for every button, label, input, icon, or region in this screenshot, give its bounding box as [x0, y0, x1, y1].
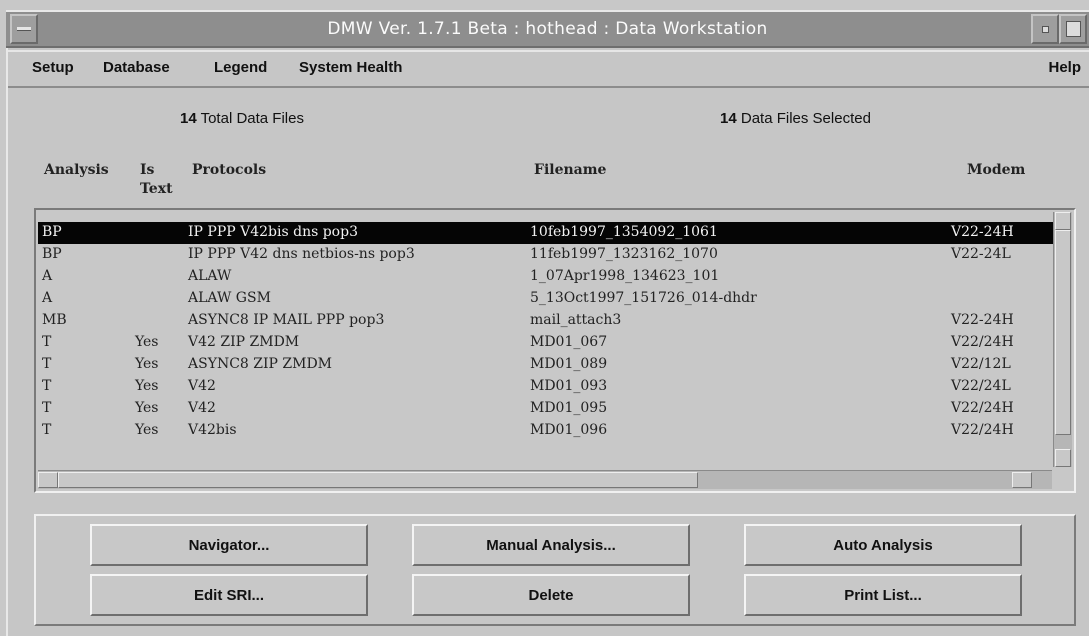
- horizontal-scrollbar[interactable]: [38, 470, 1054, 489]
- delete-button[interactable]: Delete: [412, 574, 690, 616]
- manual-analysis-button[interactable]: Manual Analysis...: [412, 524, 690, 566]
- column-header-is-text-line1: Is: [140, 162, 155, 178]
- vertical-scrollbar[interactable]: [1053, 212, 1072, 467]
- title-bar[interactable]: DMW Ver. 1.7.1 Beta : hothead : Data Wor…: [6, 12, 1089, 48]
- cell-is-text: Yes: [135, 356, 159, 372]
- cell-modem: V22/12L: [951, 356, 1011, 372]
- cell-is-text: Yes: [135, 400, 159, 416]
- menu-system-health[interactable]: System Health: [299, 59, 402, 76]
- table-row[interactable]: MB ASYNC8 IP MAIL PPP pop3 mail_attach3 …: [38, 310, 1054, 332]
- table-row[interactable]: T Yes ASYNC8 ZIP ZMDM MD01_089 V22/12L: [38, 354, 1054, 376]
- table-row[interactable]: T Yes V42bis MD01_096 V22/24H: [38, 420, 1054, 442]
- table-row[interactable]: A ALAW 1_07Apr1998_134623_101: [38, 266, 1054, 288]
- cell-protocols: ASYNC8 ZIP ZMDM: [188, 356, 333, 372]
- auto-analysis-button[interactable]: Auto Analysis: [744, 524, 1022, 566]
- cell-modem: V22/24H: [951, 400, 1014, 416]
- cell-is-text: Yes: [135, 378, 159, 394]
- data-file-list[interactable]: BP IP PPP V42bis dns pop3 10feb1997_1354…: [34, 208, 1076, 493]
- table-row[interactable]: T Yes V42 ZIP ZMDM MD01_067 V22/24H: [38, 332, 1054, 354]
- table-row[interactable]: T Yes V42 MD01_093 V22/24L: [38, 376, 1054, 398]
- total-files-count: 14: [180, 110, 197, 127]
- data-file-list-rows: BP IP PPP V42bis dns pop3 10feb1997_1354…: [38, 212, 1054, 467]
- cell-modem: V22-24H: [951, 224, 1014, 240]
- cell-protocols: IP PPP V42bis dns pop3: [188, 224, 358, 240]
- cell-protocols: ASYNC8 IP MAIL PPP pop3: [188, 312, 385, 328]
- cell-protocols: ALAW GSM: [188, 290, 271, 306]
- cell-analysis: A: [42, 290, 53, 306]
- cell-analysis: BP: [42, 224, 62, 240]
- cell-filename: MD01_093: [530, 378, 608, 394]
- selected-files-count: 14: [720, 110, 737, 127]
- column-header-filename: Filename: [534, 162, 607, 178]
- cell-analysis: MB: [42, 312, 67, 328]
- cell-filename: mail_attach3: [530, 312, 622, 328]
- scroll-right-arrow-icon[interactable]: [1012, 472, 1032, 488]
- column-header-analysis: Analysis: [44, 162, 109, 178]
- cell-filename: MD01_089: [530, 356, 608, 372]
- window-title: DMW Ver. 1.7.1 Beta : hothead : Data Wor…: [327, 19, 768, 39]
- cell-analysis: T: [42, 356, 52, 372]
- maximize-icon[interactable]: [1059, 14, 1087, 44]
- minimize-icon[interactable]: [1031, 14, 1059, 44]
- cell-protocols: V42: [188, 378, 216, 394]
- column-header-modem: Modem: [967, 162, 1026, 178]
- cell-filename: MD01_095: [530, 400, 608, 416]
- cell-filename: 11feb1997_1323162_1070: [530, 246, 718, 262]
- scroll-corner: [1052, 469, 1072, 489]
- table-row[interactable]: BP IP PPP V42 dns netbios-ns pop3 11feb1…: [38, 244, 1054, 266]
- cell-protocols: V42: [188, 400, 216, 416]
- column-header-is-text-line2: Text: [140, 181, 173, 197]
- cell-modem: V22-24H: [951, 312, 1014, 328]
- cell-filename: MD01_096: [530, 422, 608, 438]
- cell-modem: V22/24H: [951, 422, 1014, 438]
- total-files-label: Total Data Files: [200, 110, 304, 127]
- cell-analysis: T: [42, 400, 52, 416]
- vertical-scroll-thumb[interactable]: [1055, 230, 1071, 435]
- horizontal-scroll-thumb[interactable]: [58, 472, 698, 488]
- cell-analysis: T: [42, 422, 52, 438]
- cell-modem: V22-24L: [951, 246, 1011, 262]
- scroll-down-arrow-icon[interactable]: [1055, 449, 1071, 467]
- print-list-button[interactable]: Print List...: [744, 574, 1022, 616]
- menu-bar: Setup Database Legend System Health Help: [8, 50, 1089, 88]
- cell-analysis: T: [42, 334, 52, 350]
- table-row[interactable]: A ALAW GSM 5_13Oct1997_151726_014-dhdr: [38, 288, 1054, 310]
- scroll-up-arrow-icon[interactable]: [1055, 212, 1071, 230]
- cell-protocols: ALAW: [188, 268, 232, 284]
- cell-filename: MD01_067: [530, 334, 608, 350]
- edit-sri-button[interactable]: Edit SRI...: [90, 574, 368, 616]
- menu-database[interactable]: Database: [103, 59, 170, 76]
- column-header-is-text: Is Text: [140, 161, 173, 199]
- menu-setup[interactable]: Setup: [32, 59, 74, 76]
- column-header-protocols: Protocols: [192, 162, 267, 178]
- cell-filename: 5_13Oct1997_151726_014-dhdr: [530, 290, 757, 306]
- table-row[interactable]: T Yes V42 MD01_095 V22/24H: [38, 398, 1054, 420]
- total-files-info: 14 Total Data Files: [180, 110, 304, 127]
- cell-protocols: V42bis: [188, 422, 237, 438]
- cell-filename: 10feb1997_1354092_1061: [530, 224, 718, 240]
- cell-modem: V22/24H: [951, 334, 1014, 350]
- cell-filename: 1_07Apr1998_134623_101: [530, 268, 720, 284]
- cell-modem: V22/24L: [951, 378, 1011, 394]
- cell-protocols: V42 ZIP ZMDM: [188, 334, 300, 350]
- table-row[interactable]: BP IP PPP V42bis dns pop3 10feb1997_1354…: [38, 222, 1054, 244]
- navigator-button[interactable]: Navigator...: [90, 524, 368, 566]
- menu-legend[interactable]: Legend: [214, 59, 267, 76]
- scroll-left-arrow-icon[interactable]: [38, 472, 58, 488]
- cell-is-text: Yes: [135, 334, 159, 350]
- cell-protocols: IP PPP V42 dns netbios-ns pop3: [188, 246, 415, 262]
- cell-analysis: BP: [42, 246, 62, 262]
- cell-analysis: A: [42, 268, 53, 284]
- cell-analysis: T: [42, 378, 52, 394]
- selected-files-label: Data Files Selected: [740, 110, 871, 127]
- action-button-panel: Navigator... Manual Analysis... Auto Ana…: [34, 514, 1076, 626]
- menu-help[interactable]: Help: [1048, 59, 1081, 76]
- selected-files-info: 14 Data Files Selected: [720, 110, 871, 127]
- cell-is-text: Yes: [135, 422, 159, 438]
